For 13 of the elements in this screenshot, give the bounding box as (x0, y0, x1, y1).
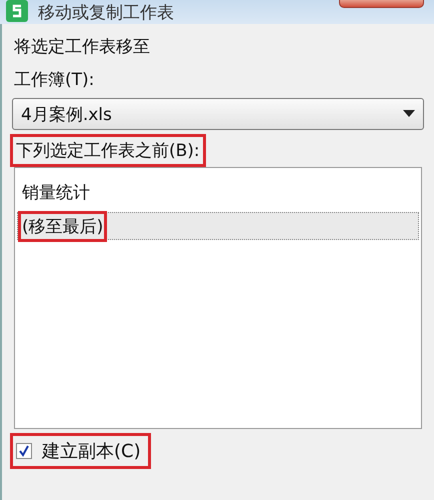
sheet-list-item[interactable]: (移至最后) (17, 212, 419, 240)
copy-label: 建立副本(C) (42, 440, 141, 463)
copy-checkbox[interactable] (16, 443, 32, 459)
sheet-name: 销量统计 (21, 182, 91, 204)
window-title: 移动或复制工作表 (38, 2, 174, 24)
intro-text: 将选定工作表移至 (13, 36, 151, 59)
workbook-dropdown[interactable]: 4月案例.xls (12, 98, 424, 130)
sheet-list-item[interactable]: 销量统计 (17, 178, 419, 206)
spreadsheet-app-icon (6, 0, 28, 22)
dropdown-arrow-icon (403, 110, 415, 118)
workbook-label: 工作簿(T): (13, 69, 96, 92)
sheet-name: (移至最后) (20, 212, 106, 240)
sheet-list-label: 下列选定工作表之前(B): (12, 136, 204, 165)
